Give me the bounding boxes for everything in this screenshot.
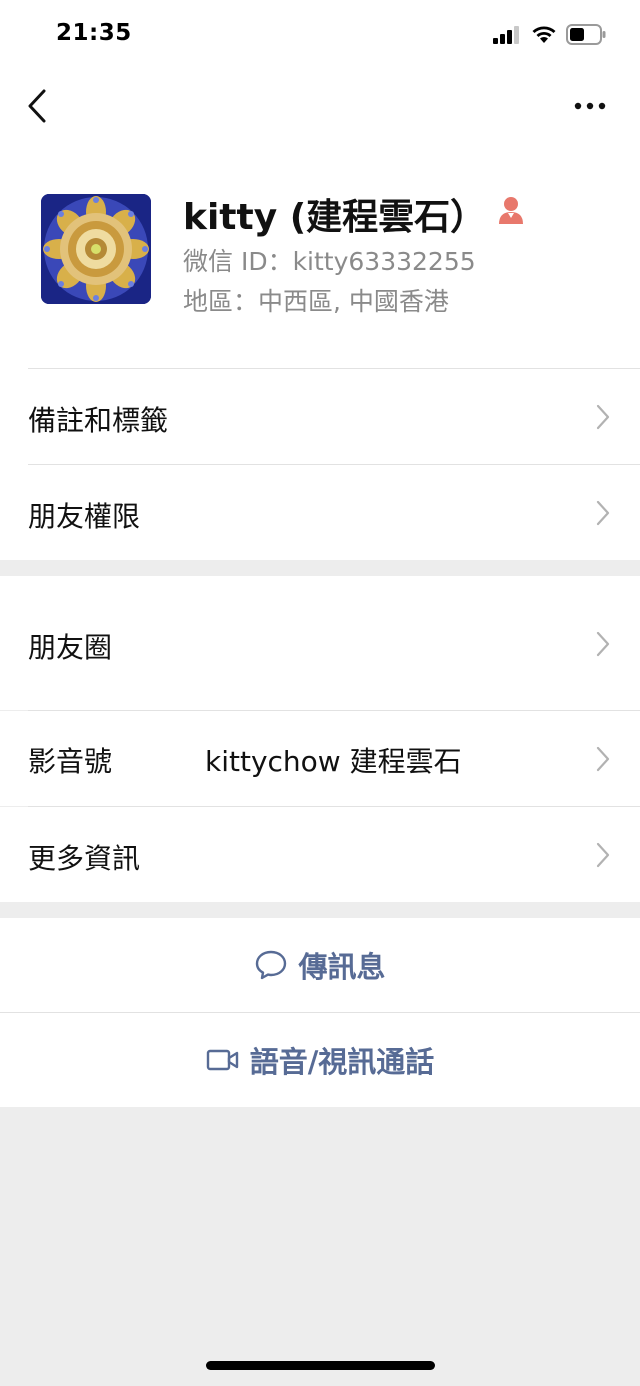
remarks-tags-label: 備註和標籤 (28, 404, 169, 437)
channels-value: kittychow 建程雲石 (205, 745, 462, 778)
battery-icon (566, 24, 606, 45)
cellular-signal-icon (493, 26, 519, 44)
chevron-right-icon (596, 404, 610, 430)
moments-row[interactable]: 朋友圈 (0, 576, 640, 710)
region: 地區：中西區, 中國香港 (183, 287, 449, 316)
chevron-right-icon (596, 842, 610, 868)
more-info-label: 更多資訊 (28, 842, 141, 875)
video-camera-icon (206, 1049, 238, 1071)
profile-page: 21:35 kitty (建程雲石） 微信 ID：kitty63332255 地… (0, 0, 640, 560)
status-time: 21:35 (56, 20, 132, 46)
remarks-tags-row[interactable]: 備註和標籤 (0, 369, 640, 464)
mandala-avatar-image (41, 194, 151, 304)
voice-video-call-button[interactable]: 語音/視訊通話 (0, 1013, 640, 1107)
chat-bubble-icon (256, 950, 287, 980)
profile-name: kitty (建程雲石） (183, 197, 487, 238)
chevron-right-icon (596, 500, 610, 526)
female-person-icon (499, 197, 523, 224)
back-arrow-icon[interactable] (24, 86, 54, 126)
more-options-icon[interactable] (570, 96, 610, 116)
more-info-row[interactable]: 更多資訊 (0, 807, 640, 902)
voice-video-call-label: 語音/視訊通話 (249, 1045, 435, 1079)
status-bar: 21:35 (0, 0, 640, 70)
moments-label: 朋友圈 (28, 631, 113, 664)
chevron-right-icon (596, 631, 610, 657)
wifi-icon (532, 26, 556, 43)
wechat-id: 微信 ID：kitty63332255 (183, 247, 476, 276)
send-message-label: 傳訊息 (298, 950, 386, 984)
nav-bar (0, 70, 640, 140)
chevron-right-icon (596, 746, 610, 772)
profile-header: kitty (建程雲石） 微信 ID：kitty63332255 地區：中西區,… (0, 140, 640, 368)
send-message-button[interactable]: 傳訊息 (0, 918, 640, 1012)
channels-row[interactable]: 影音號 kittychow 建程雲石 (0, 711, 640, 806)
channels-label: 影音號 (28, 745, 113, 778)
home-indicator (206, 1361, 435, 1370)
friend-permissions-label: 朋友權限 (28, 500, 141, 533)
avatar[interactable] (41, 194, 151, 304)
friend-permissions-row[interactable]: 朋友權限 (0, 465, 640, 560)
